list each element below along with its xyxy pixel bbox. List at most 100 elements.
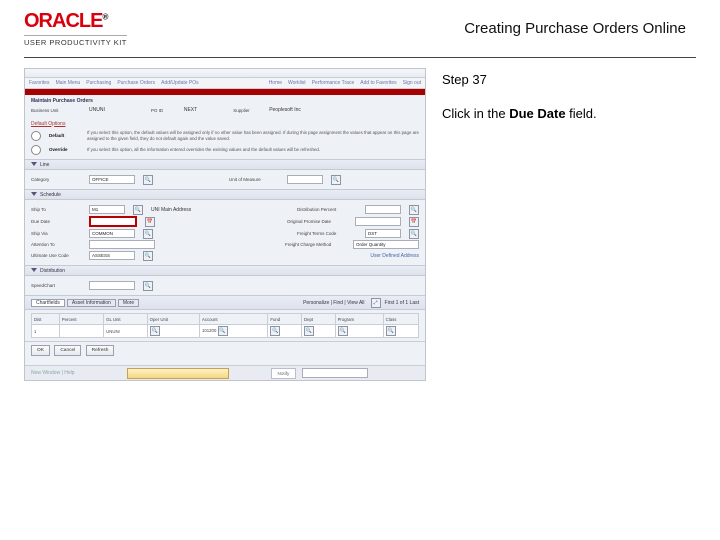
col-program: Program [335,314,383,325]
ok-button[interactable]: OK [31,345,50,356]
freight-method-label: Freight Charge Method [285,242,345,247]
toplink-fav[interactable]: Add to Favorites [360,80,396,86]
cell-dept[interactable]: 🔍 [301,325,335,338]
crumb-favorites[interactable]: Favorites [29,80,50,86]
ultimate-use-label: Ultimate Use Code [31,253,81,258]
cell-account[interactable]: 101200 🔍 [200,325,268,338]
default-radio-label: Default [49,133,79,138]
calendar-icon[interactable]: 📅 [409,217,419,227]
table-row: 1 UNUNI 🔍 101200 🔍 🔍 🔍 🔍 🔍 [32,325,419,338]
toplink-worklist[interactable]: Worklist [288,80,306,86]
attention-to-input[interactable] [89,240,155,249]
default-options-title: Default Options [31,121,65,127]
lookup-icon[interactable]: 🔍 [143,251,153,261]
lookup-icon[interactable]: 🔍 [133,205,143,215]
footer-golden-button[interactable] [127,368,229,379]
tab-more[interactable]: More [118,299,139,307]
cell-class[interactable]: 🔍 [383,325,418,338]
user-address-link[interactable]: User Defined Address [370,253,419,259]
freight-terms-label: Freight Terms Code [297,231,357,236]
refresh-button[interactable]: Refresh [86,345,115,356]
attention-to-label: Attention To [31,242,81,247]
supplier-label: Supplier [233,108,261,113]
cell-oper[interactable]: 🔍 [147,325,199,338]
cancel-button[interactable]: Cancel [54,345,81,356]
line-group-header[interactable]: Line [25,159,425,170]
bu-value: UNUNI [89,107,105,113]
radio-default[interactable] [31,131,41,141]
breadcrumb: Favorites Main Menu Purchasing Purchase … [25,78,425,89]
lookup-icon[interactable]: 🔍 [218,326,228,336]
distribution-percent-label: Distribution Percent [297,207,357,212]
schedule-group-header[interactable]: Schedule [25,189,425,200]
col-class: Class [383,314,418,325]
crumb-main-menu[interactable]: Main Menu [56,80,81,86]
lookup-icon[interactable]: 🔍 [304,326,314,336]
freight-terms-input[interactable]: DST [365,229,401,238]
lookup-icon[interactable]: 🔍 [143,175,153,185]
ship-via-label: Ship Via [31,231,81,236]
tab-chartfields[interactable]: Chartfields [31,299,65,307]
cell-program[interactable]: 🔍 [335,325,383,338]
tab-asset-info[interactable]: Asset Information [67,299,116,307]
col-dist: Dist [32,314,60,325]
distribution-group-header[interactable]: Distribution [25,265,425,276]
ship-via-input[interactable]: COMMON [89,229,135,238]
lookup-icon[interactable]: 🔍 [143,229,153,239]
po-id-value: NEXT [184,107,197,113]
lookup-icon[interactable]: 🔍 [338,326,348,336]
col-dept: Dept [301,314,335,325]
distribution-percent-input[interactable] [365,205,401,214]
toplink-home[interactable]: Home [269,80,282,86]
lookup-icon[interactable]: 🔍 [386,326,396,336]
collapse-icon [31,192,37,196]
col-gl-unit: GL Unit [104,314,147,325]
speedchart-input[interactable] [89,281,135,290]
crumb-add-update[interactable]: Add/Update POs [161,80,199,86]
toplink-signout[interactable]: Sign out [403,80,421,86]
app-screenshot: Favorites Main Menu Purchasing Purchase … [24,68,426,381]
cell-dist: 1 [32,325,60,338]
cell-fund[interactable]: 🔍 [268,325,302,338]
lookup-icon[interactable]: 🔍 [150,326,160,336]
footer-links[interactable]: New Window | Help [31,370,75,376]
lookup-icon[interactable]: 🔍 [409,229,419,239]
brand-logo: ORACLE® USER PRODUCTIVITY KIT [24,10,127,47]
orig-promise-input[interactable] [355,217,401,226]
collapse-icon [31,268,37,272]
lookup-icon[interactable]: 🔍 [143,281,153,291]
category-input[interactable]: OFFICE [89,175,135,184]
freight-method-select[interactable]: Order Quantity [353,240,419,249]
lookup-icon[interactable]: 🔍 [270,326,280,336]
grid-personalize-links[interactable]: Personalize | Find | View All [303,300,364,306]
supplier-value: Peoplesoft Inc [269,107,301,113]
notify-button[interactable]: Notify [271,368,297,379]
ship-to-label: Ship To [31,207,81,212]
col-account: Account [200,314,268,325]
ship-to-input[interactable]: M1 [89,205,125,214]
distribution-grid: Dist Percent GL Unit Oper Unit Account F… [31,313,419,338]
footer-input[interactable] [302,368,368,378]
default-radio-desc: If you select this option, the default v… [87,130,419,141]
override-radio-desc: If you select this option, all the infor… [87,147,419,153]
lookup-icon[interactable]: 🔍 [331,175,341,185]
orig-promise-label: Original Promise Date [287,219,347,224]
ultimate-use-input[interactable]: ASSESS [89,251,135,260]
lookup-icon[interactable]: 🔍 [409,205,419,215]
grid-zoom-icon[interactable]: ⤢ [371,298,381,308]
cell-percent[interactable] [59,325,103,338]
radio-override[interactable] [31,145,41,155]
speedchart-label: SpeedChart [31,283,81,288]
cell-gl-unit[interactable]: UNUNI [104,325,147,338]
category-label: Category [31,177,81,182]
calendar-icon[interactable]: 📅 [145,217,155,227]
crumb-po[interactable]: Purchase Orders [117,80,155,86]
crumb-purchasing[interactable]: Purchasing [86,80,111,86]
toplink-trace[interactable]: Performance Trace [312,80,355,86]
bu-label: Business Unit [31,108,81,113]
uom-input[interactable] [287,175,323,184]
due-date-input[interactable] [89,216,137,227]
col-fund: Fund [268,314,302,325]
collapse-icon [31,162,37,166]
doc-title: Creating Purchase Orders Online [464,20,686,37]
